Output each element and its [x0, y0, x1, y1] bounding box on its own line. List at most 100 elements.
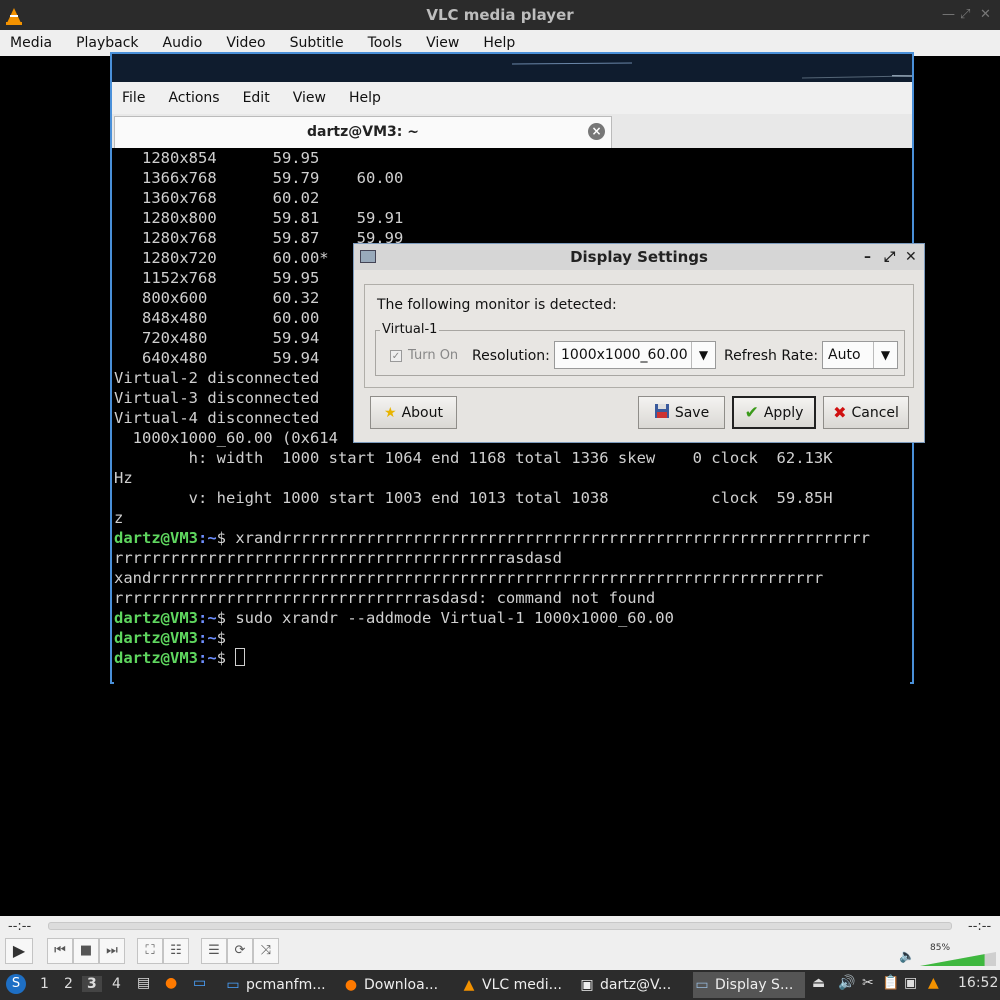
term-menu-help[interactable]: Help: [349, 90, 381, 106]
speaker-icon[interactable]: 🔈: [899, 949, 915, 964]
loop-button[interactable]: ⟳: [227, 938, 253, 964]
prompt-path: :~: [198, 609, 217, 627]
term-menu-file[interactable]: File: [122, 90, 145, 106]
maximize-icon[interactable]: ⤢: [960, 0, 970, 30]
monitor-frame: Virtual-1 ✓ Turn On Resolution: 1000x100…: [375, 322, 905, 376]
taskbar-window-display-settings[interactable]: ▭ Display S...: [693, 972, 805, 998]
about-button[interactable]: ★ About: [370, 396, 457, 429]
stop-button[interactable]: ■: [73, 938, 99, 964]
desktop-icon[interactable]: ▭: [193, 975, 206, 991]
command-text: $ sudo xrandr --addmode Virtual-1 1000x1…: [216, 609, 674, 627]
monitor-icon[interactable]: ▣: [904, 975, 917, 991]
fullscreen-button[interactable]: ⛶: [137, 938, 163, 964]
minimize-icon[interactable]: —: [942, 0, 955, 30]
terminal-tab[interactable]: dartz@VM3: ~ ×: [114, 116, 612, 148]
term-menu-edit[interactable]: Edit: [243, 90, 270, 106]
cancel-button[interactable]: ✖ Cancel: [823, 396, 909, 429]
next-button[interactable]: ⏭: [99, 938, 125, 964]
firefox-launcher-icon[interactable]: ●: [165, 975, 177, 991]
prompt-user: dartz@VM3: [114, 649, 198, 667]
command-text: $: [216, 649, 236, 667]
refresh-rate-select[interactable]: Auto ▼: [822, 341, 898, 369]
term-line: rrrrrrrrrrrrrrrrrrrrrrrrrrrrrrrrrrrrrrrr…: [114, 549, 562, 567]
file-manager-launcher-icon[interactable]: ▤: [137, 975, 150, 991]
workspace-2[interactable]: 2: [64, 976, 73, 992]
term-line: h: width 1000 start 1064 end 1168 total …: [114, 449, 833, 467]
term-command-line: dartz@VM3:~$ xrandrrrrrrrrrrrrrrrrrrrrrr…: [114, 528, 870, 548]
taskbar-window-terminal[interactable]: ▣ dartz@V...: [578, 972, 688, 998]
prompt-user: dartz@VM3: [114, 609, 198, 627]
resolution-select[interactable]: 1000x1000_60.00 ▼: [554, 341, 716, 369]
volume-slider[interactable]: [920, 952, 996, 966]
window-label: VLC medi...: [482, 977, 562, 993]
term-menu-view[interactable]: View: [293, 90, 326, 106]
playlist-icon: ☰: [208, 943, 220, 958]
tab-close-icon[interactable]: ×: [588, 123, 605, 140]
term-line: 1000x1000_60.00 (0x614: [114, 429, 338, 447]
dropdown-arrow-icon[interactable]: ▼: [873, 342, 897, 368]
dropdown-arrow-icon[interactable]: ▼: [691, 342, 715, 368]
resolution-value: 1000x1000_60.00: [561, 347, 688, 363]
term-line: 848x480 60.00: [114, 309, 320, 327]
turn-on-checkbox[interactable]: ✓ Turn On: [390, 348, 458, 363]
minimize-icon[interactable]: –: [864, 244, 871, 270]
terminal-tab-title: dartz@VM3: ~: [307, 124, 419, 140]
extended-settings-button[interactable]: ☷: [163, 938, 189, 964]
term-command-line: dartz@VM3:~$: [114, 628, 235, 648]
term-line: 640x480 59.94: [114, 349, 320, 367]
menu-playback[interactable]: Playback: [76, 35, 138, 51]
fullscreen-icon: ⛶: [145, 943, 155, 958]
terminal-cursor: [235, 648, 246, 666]
seek-slider[interactable]: [48, 922, 952, 930]
previous-button[interactable]: ⏮: [47, 938, 73, 964]
term-line: 720x480 59.94: [114, 329, 320, 347]
apply-button[interactable]: ✔ Apply: [732, 396, 816, 429]
menu-video[interactable]: Video: [226, 35, 265, 51]
menu-subtitle[interactable]: Subtitle: [290, 35, 344, 51]
close-icon[interactable]: ✕: [980, 0, 991, 30]
clipboard-icon[interactable]: 📋: [882, 975, 899, 991]
playlist-button[interactable]: ☰: [201, 938, 227, 964]
term-command-line: dartz@VM3:~$ sudo xrandr --addmode Virtu…: [114, 608, 674, 628]
play-button[interactable]: ▶: [5, 938, 33, 964]
loop-icon: ⟳: [234, 943, 246, 958]
shuffle-button[interactable]: ⤨: [253, 938, 279, 964]
terminal-titlebar[interactable]: [112, 54, 912, 82]
menu-help[interactable]: Help: [483, 35, 515, 51]
term-line: Virtual-2 disconnected: [114, 369, 320, 387]
eject-icon[interactable]: ⏏: [812, 975, 825, 991]
prompt-user: dartz@VM3: [114, 629, 198, 647]
time-total: --:--: [968, 919, 992, 934]
term-line: 1360x768 60.02: [114, 189, 320, 207]
term-line: Virtual-3 disconnected: [114, 389, 320, 407]
menu-tools[interactable]: Tools: [368, 35, 403, 51]
display-icon: ▭: [695, 977, 709, 993]
term-menu-actions[interactable]: Actions: [168, 90, 219, 106]
close-icon[interactable]: ✕: [905, 244, 917, 270]
dialog-title-bar[interactable]: Display Settings – ⤢ ✕: [354, 244, 924, 270]
workspace-4[interactable]: 4: [112, 976, 121, 992]
menu-audio[interactable]: Audio: [163, 35, 203, 51]
save-button[interactable]: Save: [638, 396, 725, 429]
tools-icon[interactable]: ✂: [862, 975, 874, 991]
start-menu-icon[interactable]: S: [6, 974, 26, 994]
next-icon: ⏭: [106, 943, 118, 958]
cancel-x-icon: ✖: [833, 403, 847, 422]
volume-icon[interactable]: 🔊: [838, 975, 855, 991]
workspace-3[interactable]: 3: [82, 976, 102, 992]
term-line: 1280x854 59.95: [114, 149, 320, 167]
term-command-line: dartz@VM3:~$: [114, 648, 246, 668]
vlc-window-title: VLC media player: [426, 6, 574, 24]
folder-icon: ▭: [226, 977, 240, 993]
taskbar-window-vlc[interactable]: ▲ VLC medi...: [460, 972, 570, 998]
menu-media[interactable]: Media: [10, 35, 52, 51]
workspace-1[interactable]: 1: [40, 976, 49, 992]
vlc-tray-icon[interactable]: ▲: [928, 975, 939, 991]
taskbar-window-pcmanfm[interactable]: ▭ pcmanfm...: [224, 972, 334, 998]
taskbar-window-downloads[interactable]: ● Downloa...: [342, 972, 452, 998]
previous-icon: ⏮: [54, 943, 66, 958]
maximize-icon[interactable]: ⤢: [884, 244, 895, 270]
command-text: $ xrandrrrrrrrrrrrrrrrrrrrrrrrrrrrrrrrrr…: [216, 529, 870, 547]
menu-view[interactable]: View: [426, 35, 459, 51]
checkbox-checked-icon: ✓: [390, 349, 402, 362]
